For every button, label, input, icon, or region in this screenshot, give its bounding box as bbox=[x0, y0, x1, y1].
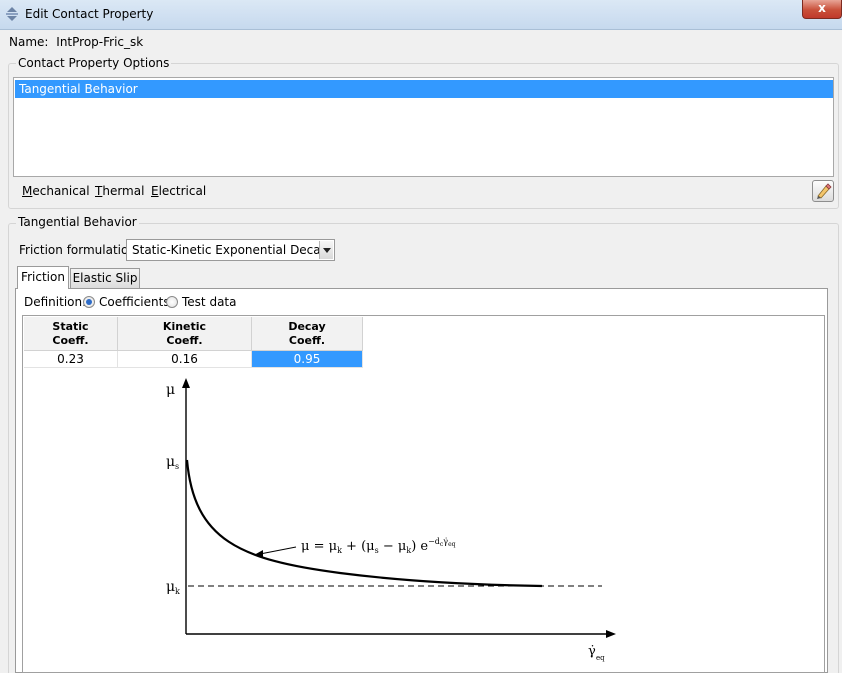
pencil-eraser-icon bbox=[817, 183, 832, 199]
equation-minus: − μ bbox=[379, 539, 407, 554]
title-bar: Edit Contact Property x bbox=[0, 0, 842, 30]
name-value: IntProp-Fric_sk bbox=[56, 35, 144, 49]
equation-text: μ = μk + (μs − μk) e−dcγ̇eq bbox=[301, 537, 456, 555]
column-header-static: Static Coeff. bbox=[24, 317, 118, 351]
close-icon: x bbox=[818, 1, 826, 15]
equation-close: ) e bbox=[411, 539, 428, 554]
equation-leader-line bbox=[259, 546, 297, 555]
menu-mechanical-mnemonic: M bbox=[22, 184, 33, 198]
menu-electrical-rest: lectrical bbox=[158, 184, 207, 198]
coefficients-radio[interactable] bbox=[83, 296, 95, 308]
close-button[interactable]: x bbox=[802, 0, 842, 19]
name-label: Name: bbox=[9, 35, 49, 49]
friction-formulation-label: Friction formulation: bbox=[19, 243, 140, 257]
mu-k-subscript: k bbox=[175, 587, 180, 596]
coefficients-radio-label[interactable]: Coefficients bbox=[99, 295, 170, 309]
equation-exp-gamma-sub: eq bbox=[448, 541, 456, 548]
column-header-static-line1: Static bbox=[52, 320, 89, 333]
equation-exp: −d bbox=[428, 537, 440, 546]
cell-kinetic-coeff[interactable]: 0.16 bbox=[118, 351, 252, 368]
column-header-decay-line1: Decay bbox=[288, 320, 326, 333]
tab-friction[interactable]: Friction bbox=[17, 266, 69, 289]
cell-static-coeff[interactable]: 0.23 bbox=[24, 351, 118, 368]
options-group-title: Contact Property Options bbox=[16, 56, 172, 70]
window-title: Edit Contact Property bbox=[25, 7, 154, 21]
friction-decay-diagram: μ μ s μ k γ̇ eq μ = μk + (μs − μk) e−dcγ… bbox=[166, 378, 616, 662]
test-data-radio[interactable] bbox=[166, 296, 178, 308]
friction-formulation-value: Static-Kinetic Exponential Decay bbox=[132, 243, 328, 257]
equation-mu: μ = μ bbox=[301, 539, 337, 554]
menu-electrical-mnemonic: E bbox=[151, 184, 159, 198]
column-header-static-line2: Coeff. bbox=[52, 334, 89, 347]
menu-mechanical-rest: echanical bbox=[32, 184, 90, 198]
menu-thermal-rest: hermal bbox=[102, 184, 145, 198]
app-icon[interactable] bbox=[5, 7, 19, 21]
equation-mid: + (μ bbox=[342, 539, 375, 554]
test-data-radio-label[interactable]: Test data bbox=[182, 295, 236, 309]
mu-s-subscript: s bbox=[175, 462, 179, 471]
menu-electrical[interactable]: Electrical bbox=[151, 184, 206, 198]
y-axis-label: μ bbox=[166, 382, 175, 398]
y-axis-arrowhead bbox=[182, 378, 190, 388]
behavior-group-title: Tangential Behavior bbox=[16, 215, 139, 229]
tab-elastic-slip[interactable]: Elastic Slip bbox=[70, 268, 140, 288]
mu-s-label: μ bbox=[166, 454, 175, 470]
chevron-down-icon[interactable] bbox=[319, 241, 333, 259]
menu-mechanical[interactable]: Mechanical bbox=[22, 184, 90, 198]
mu-k-label: μ bbox=[166, 579, 175, 595]
friction-decay-curve bbox=[185, 459, 543, 588]
column-header-decay-line2: Coeff. bbox=[288, 334, 326, 347]
cell-decay-coeff[interactable]: 0.95 bbox=[252, 351, 363, 368]
column-header-kinetic-line1: Kinetic bbox=[162, 320, 207, 333]
x-axis-subscript: eq bbox=[596, 654, 605, 662]
menu-thermal[interactable]: Thermal bbox=[95, 184, 144, 198]
name-row: Name: IntProp-Fric_sk bbox=[9, 35, 143, 49]
column-header-decay: Decay Coeff. bbox=[252, 317, 363, 351]
x-axis-arrowhead bbox=[606, 630, 616, 638]
delete-behavior-button[interactable] bbox=[812, 180, 834, 202]
list-item-tangential-behavior[interactable]: Tangential Behavior bbox=[15, 80, 833, 98]
contact-property-options-list[interactable]: Tangential Behavior bbox=[13, 77, 834, 177]
definition-label: Definition: bbox=[24, 295, 87, 309]
column-header-kinetic-line2: Coeff. bbox=[166, 334, 203, 347]
x-axis-label: γ̇ bbox=[588, 644, 596, 659]
column-header-kinetic: Kinetic Coeff. bbox=[118, 317, 252, 351]
friction-formulation-select[interactable]: Static-Kinetic Exponential Decay bbox=[126, 239, 335, 261]
